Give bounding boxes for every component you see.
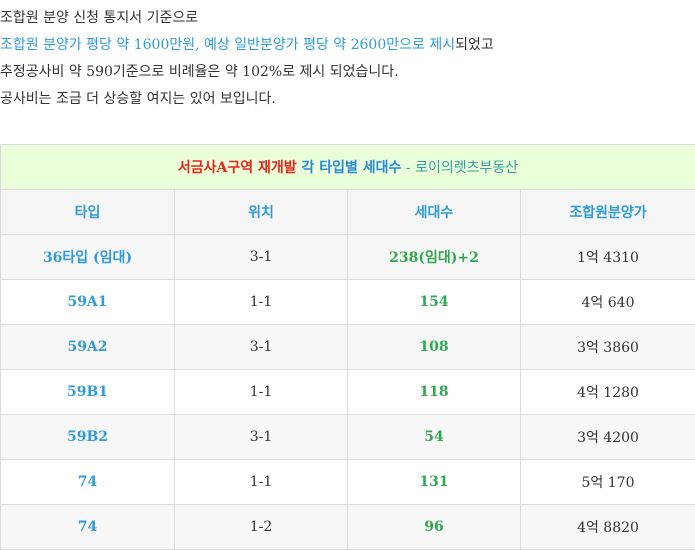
cell-units: 54 bbox=[348, 415, 521, 460]
cell-price: 3억 3860 bbox=[521, 325, 695, 370]
cell-type: 59A2 bbox=[1, 325, 175, 370]
table-row: 59A1 1-1 154 4억 640 bbox=[1, 280, 695, 325]
cell-type: 59B1 bbox=[1, 370, 175, 415]
table-row: 74 1-1 131 5억 170 bbox=[1, 460, 695, 505]
table-row: 59B1 1-1 118 4억 1280 bbox=[1, 370, 695, 415]
cell-location: 1-1 bbox=[175, 370, 348, 415]
intro-line-1: 조합원 분양 신청 통지서 기준으로 bbox=[0, 5, 695, 32]
header-price: 조합원분양가 bbox=[521, 190, 695, 235]
cell-price: 4억 1280 bbox=[521, 370, 695, 415]
cell-price: 5억 170 bbox=[521, 460, 695, 505]
table-title: 서금사A구역 재개발 각 타입별 세대수 - 로이의렛츠부동산 bbox=[1, 145, 695, 190]
cell-units: 238(임대)+2 bbox=[348, 235, 521, 280]
cell-type: 36타입 (임대) bbox=[1, 235, 175, 280]
cell-type: 59B2 bbox=[1, 415, 175, 460]
cell-location: 1-1 bbox=[175, 460, 348, 505]
cell-units: 96 bbox=[348, 505, 521, 550]
table-title-main: 서금사A구역 재개발 bbox=[178, 160, 297, 176]
intro-text: 조합원 분양 신청 통지서 기준으로 조합원 분양가 평당 약 1600만원, … bbox=[0, 5, 695, 113]
table-title-separator: - bbox=[401, 160, 415, 176]
intro-line-2-tail: 되었고 bbox=[455, 37, 494, 53]
header-type: 타입 bbox=[1, 190, 175, 235]
cell-location: 1-2 bbox=[175, 505, 348, 550]
table-row: 59B2 3-1 54 3억 4200 bbox=[1, 415, 695, 460]
header-location: 위치 bbox=[175, 190, 348, 235]
cell-units: 131 bbox=[348, 460, 521, 505]
cell-price: 4억 8820 bbox=[521, 505, 695, 550]
cell-location: 1-1 bbox=[175, 280, 348, 325]
cell-units: 108 bbox=[348, 325, 521, 370]
cell-location: 3-1 bbox=[175, 325, 348, 370]
table-row: 59A2 3-1 108 3억 3860 bbox=[1, 325, 695, 370]
cell-units: 118 bbox=[348, 370, 521, 415]
intro-line-2: 조합원 분양가 평당 약 1600만원, 예상 일반분양가 평당 약 2600만… bbox=[0, 32, 695, 59]
intro-line-3: 추정공사비 약 590기준으로 비례율은 약 102%로 제시 되었습니다. bbox=[0, 59, 695, 86]
cell-location: 3-1 bbox=[175, 235, 348, 280]
cell-price: 1억 4310 bbox=[521, 235, 695, 280]
table-row: 74 1-2 96 4억 8820 bbox=[1, 505, 695, 550]
table-title-source: 로이의렛츠부동산 bbox=[415, 160, 518, 176]
cell-type: 59A1 bbox=[1, 280, 175, 325]
table-title-row: 서금사A구역 재개발 각 타입별 세대수 - 로이의렛츠부동산 bbox=[1, 145, 695, 190]
table-header-row: 타입 위치 세대수 조합원분양가 bbox=[1, 190, 695, 235]
table-row: 36타입 (임대) 3-1 238(임대)+2 1억 4310 bbox=[1, 235, 695, 280]
cell-units: 154 bbox=[348, 280, 521, 325]
cell-price: 3억 4200 bbox=[521, 415, 695, 460]
units-table: 서금사A구역 재개발 각 타입별 세대수 - 로이의렛츠부동산 타입 위치 세대… bbox=[0, 144, 695, 550]
intro-line-4: 공사비는 조금 더 상승할 여지는 있어 보입니다. bbox=[0, 86, 695, 113]
table-title-sub: 각 타입별 세대수 bbox=[297, 160, 402, 176]
cell-type: 74 bbox=[1, 460, 175, 505]
cell-location: 3-1 bbox=[175, 415, 348, 460]
cell-type: 74 bbox=[1, 505, 175, 550]
cell-price: 4억 640 bbox=[521, 280, 695, 325]
header-units: 세대수 bbox=[348, 190, 521, 235]
intro-line-2-highlight: 조합원 분양가 평당 약 1600만원, 예상 일반분양가 평당 약 2600만… bbox=[0, 37, 455, 53]
units-table-container: 서금사A구역 재개발 각 타입별 세대수 - 로이의렛츠부동산 타입 위치 세대… bbox=[0, 144, 695, 550]
